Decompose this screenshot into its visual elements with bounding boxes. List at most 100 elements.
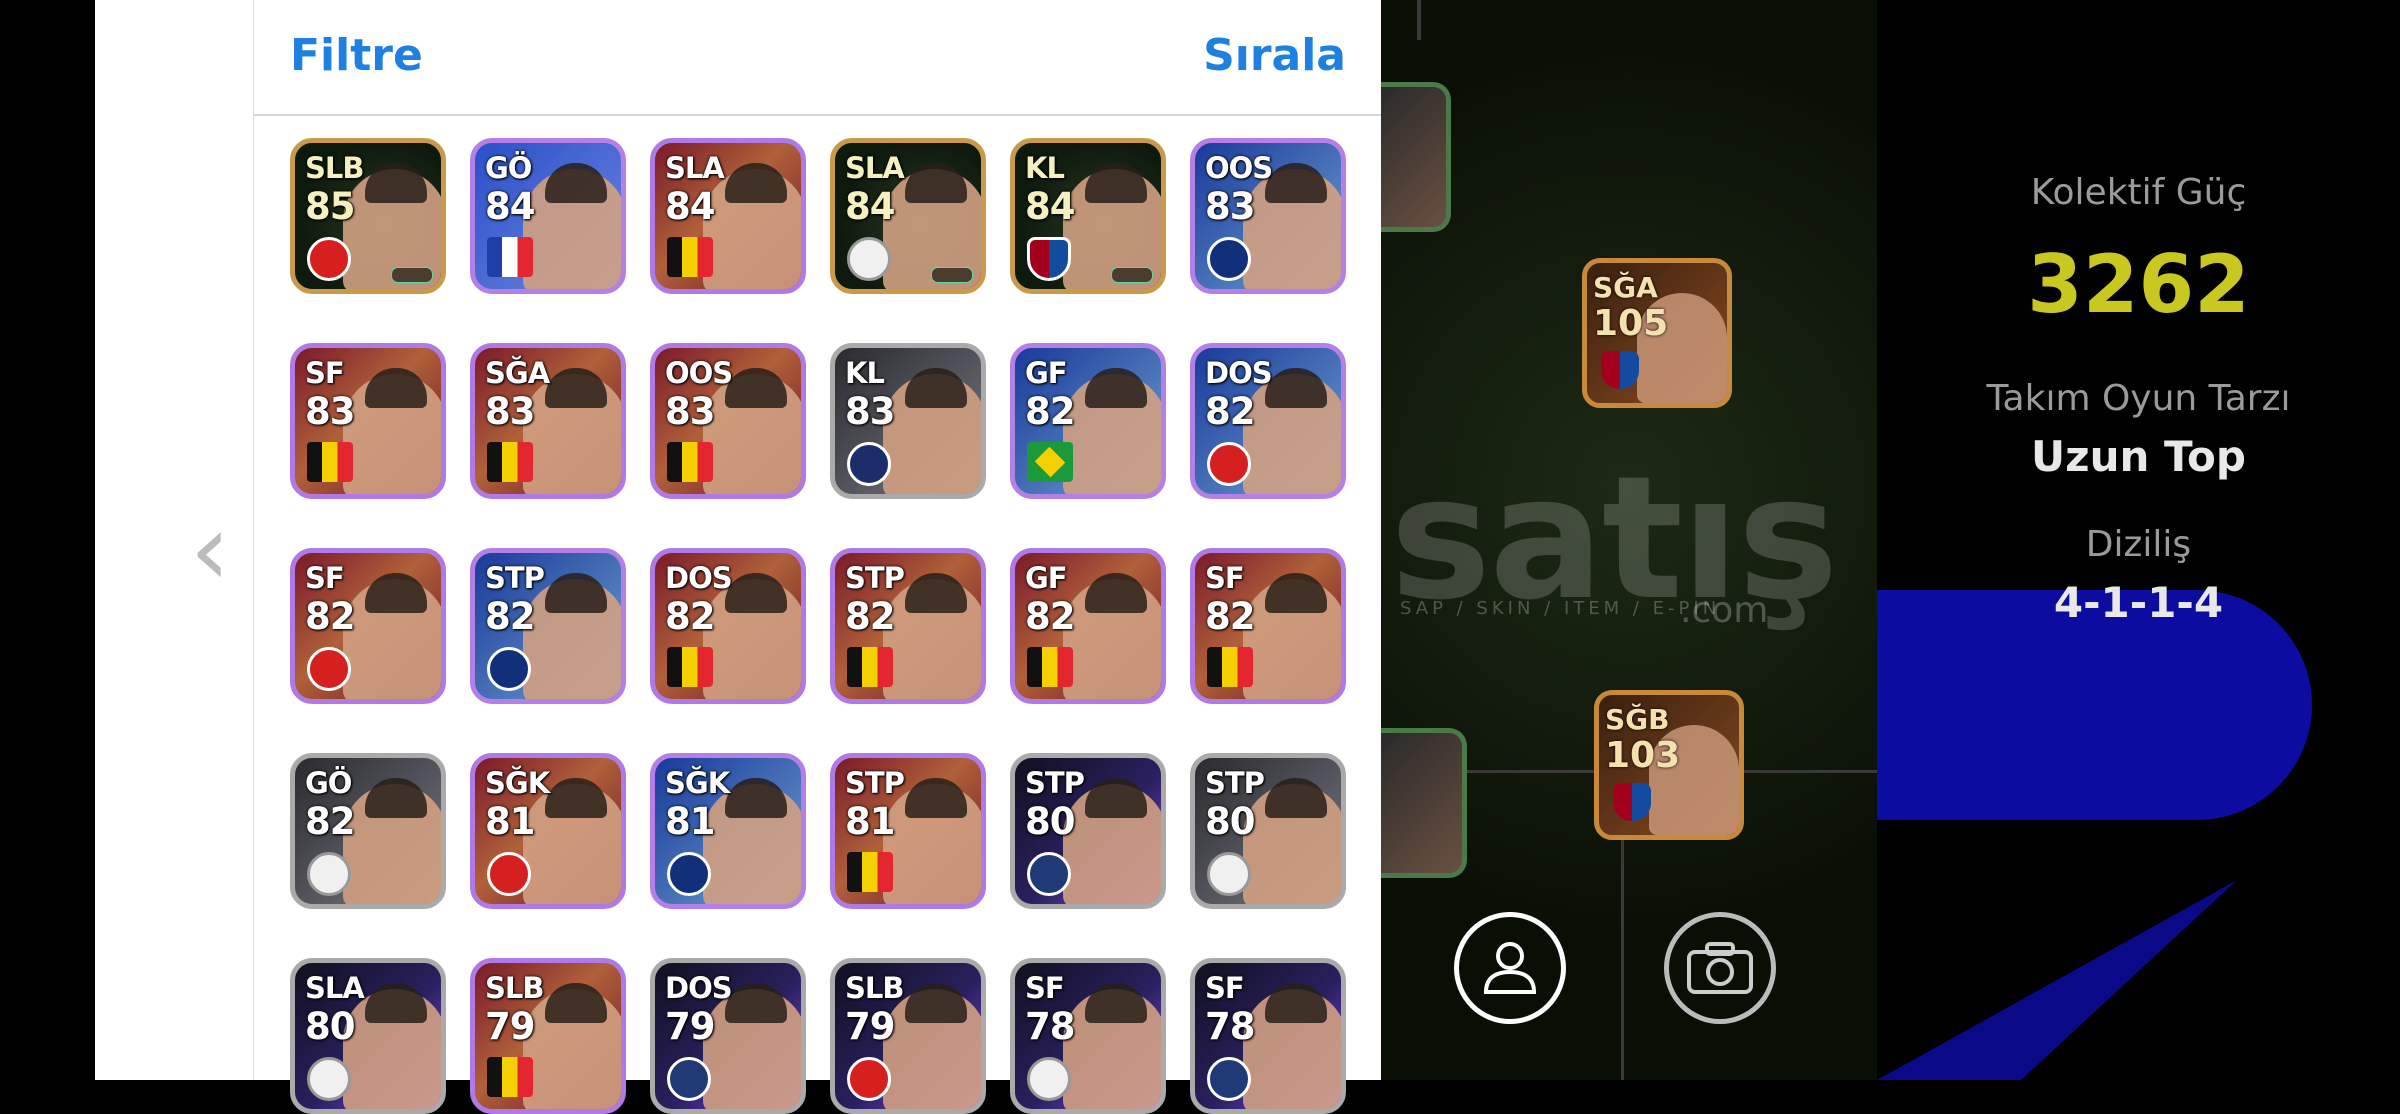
player-position: STP — [1205, 766, 1265, 800]
player-rating: 80 — [1025, 800, 1075, 843]
player-card[interactable]: STP 81 — [830, 753, 986, 909]
filter-button[interactable]: Filtre — [290, 30, 423, 81]
player-card[interactable]: KL 84 — [1010, 138, 1166, 294]
club-badge-icon — [1027, 237, 1071, 281]
player-rating: 79 — [485, 1005, 535, 1048]
player-card[interactable]: SĞK 81 — [650, 753, 806, 909]
player-card[interactable]: SF 82 — [290, 548, 446, 704]
player-position: STP — [845, 766, 905, 800]
player-position: OOS — [1205, 151, 1273, 185]
club-badge-icon — [1207, 852, 1251, 896]
team-playstyle-value: Uzun Top — [2031, 432, 2246, 481]
collective-power-label: Kolektif Güç — [2030, 172, 2247, 213]
player-portrait — [1243, 368, 1341, 494]
player-portrait — [343, 778, 441, 904]
player-position: GÖ — [485, 151, 532, 185]
player-rating: 105 — [1593, 303, 1669, 344]
player-rating: 82 — [665, 595, 715, 638]
player-rating: 82 — [485, 595, 535, 638]
player-card[interactable]: STP 82 — [830, 548, 986, 704]
field-player-card-partial[interactable] — [1381, 82, 1451, 232]
player-position: SF — [305, 356, 345, 390]
club-badge-icon — [667, 1057, 711, 1101]
player-portrait — [883, 573, 981, 699]
profile-button[interactable] — [1454, 912, 1566, 1024]
player-position: STP — [845, 561, 905, 595]
player-card[interactable]: SF 78 — [1190, 958, 1346, 1114]
player-position: SF — [1025, 971, 1065, 1005]
player-card[interactable]: SLA 80 — [290, 958, 446, 1114]
sort-button[interactable]: Sırala — [1203, 30, 1346, 81]
field-player-card[interactable]: SĞA 105 — [1582, 258, 1732, 408]
player-card[interactable]: STP 80 — [1190, 753, 1346, 909]
player-portrait — [1243, 573, 1341, 699]
player-position: SĞA — [1593, 271, 1658, 304]
player-card[interactable]: GÖ 84 — [470, 138, 626, 294]
player-card[interactable]: SLA 84 — [830, 138, 986, 294]
player-portrait — [703, 983, 801, 1109]
nation-flag-icon — [1027, 442, 1073, 482]
camera-button[interactable] — [1664, 912, 1776, 1024]
player-portrait — [523, 163, 621, 289]
camera-icon — [1687, 942, 1753, 994]
club-badge-icon — [1207, 442, 1251, 486]
club-badge-icon — [847, 442, 891, 486]
player-card[interactable]: OOS 83 — [650, 343, 806, 499]
player-position: DOS — [1205, 356, 1273, 390]
player-card[interactable]: GF 82 — [1010, 548, 1166, 704]
club-badge-icon — [847, 237, 891, 281]
player-card[interactable]: SLB 79 — [470, 958, 626, 1114]
player-card[interactable]: OOS 83 — [1190, 138, 1346, 294]
player-list-panel: Filtre Sırala SLB 85 GÖ 84 SLA 84 SLA 84 KL 84 OOS… — [253, 0, 1382, 1114]
player-card[interactable]: STP 80 — [1010, 753, 1166, 909]
player-position: SLA — [845, 151, 905, 185]
player-card[interactable]: SĞA 83 — [470, 343, 626, 499]
boost-indicator-icon — [391, 267, 433, 283]
player-card[interactable]: SF 83 — [290, 343, 446, 499]
chevron-left-icon[interactable]: ‹ — [190, 500, 240, 600]
player-card[interactable]: DOS 82 — [1190, 343, 1346, 499]
player-position: STP — [1025, 766, 1085, 800]
player-card[interactable]: GF 82 — [1010, 343, 1166, 499]
field-player-card[interactable]: SĞB 103 — [1594, 690, 1744, 840]
player-card[interactable]: STP 82 — [470, 548, 626, 704]
nation-flag-icon — [1207, 647, 1253, 687]
player-position: DOS — [665, 561, 733, 595]
player-rating: 81 — [485, 800, 535, 843]
club-badge-icon — [1027, 852, 1071, 896]
boost-indicator-icon — [1111, 267, 1153, 283]
player-card[interactable]: SF 78 — [1010, 958, 1166, 1114]
player-position: SLB — [305, 151, 364, 185]
player-card[interactable]: SLB 79 — [830, 958, 986, 1114]
player-card[interactable]: DOS 79 — [650, 958, 806, 1114]
nation-flag-icon — [667, 647, 713, 687]
player-portrait — [343, 983, 441, 1109]
player-position: SLA — [665, 151, 725, 185]
club-badge-icon — [487, 647, 531, 691]
player-card[interactable]: SLB 85 — [290, 138, 446, 294]
team-playstyle-label: Takım Oyun Tarzı — [1986, 378, 2291, 419]
club-badge-icon — [847, 1057, 891, 1101]
club-badge-icon — [1601, 351, 1639, 389]
player-card[interactable]: SF 82 — [1190, 548, 1346, 704]
player-card[interactable]: KL 83 — [830, 343, 986, 499]
club-badge-icon — [307, 647, 351, 691]
field-player-card-partial[interactable] — [1381, 728, 1467, 878]
player-card[interactable]: GÖ 82 — [290, 753, 446, 909]
player-rating: 82 — [305, 800, 355, 843]
player-position: SLA — [305, 971, 365, 1005]
player-portrait — [343, 368, 441, 494]
player-portrait — [343, 573, 441, 699]
player-card[interactable]: SĞK 81 — [470, 753, 626, 909]
player-card[interactable]: SLA 84 — [650, 138, 806, 294]
player-portrait — [1063, 368, 1161, 494]
player-rating: 82 — [305, 595, 355, 638]
player-position: SLB — [485, 971, 544, 1005]
player-portrait — [1243, 983, 1341, 1109]
player-portrait — [1063, 983, 1161, 1109]
player-rating: 84 — [665, 185, 715, 228]
player-card[interactable]: DOS 82 — [650, 548, 806, 704]
nation-flag-icon — [847, 852, 893, 892]
player-position: SF — [1205, 561, 1245, 595]
club-badge-icon — [307, 852, 351, 896]
